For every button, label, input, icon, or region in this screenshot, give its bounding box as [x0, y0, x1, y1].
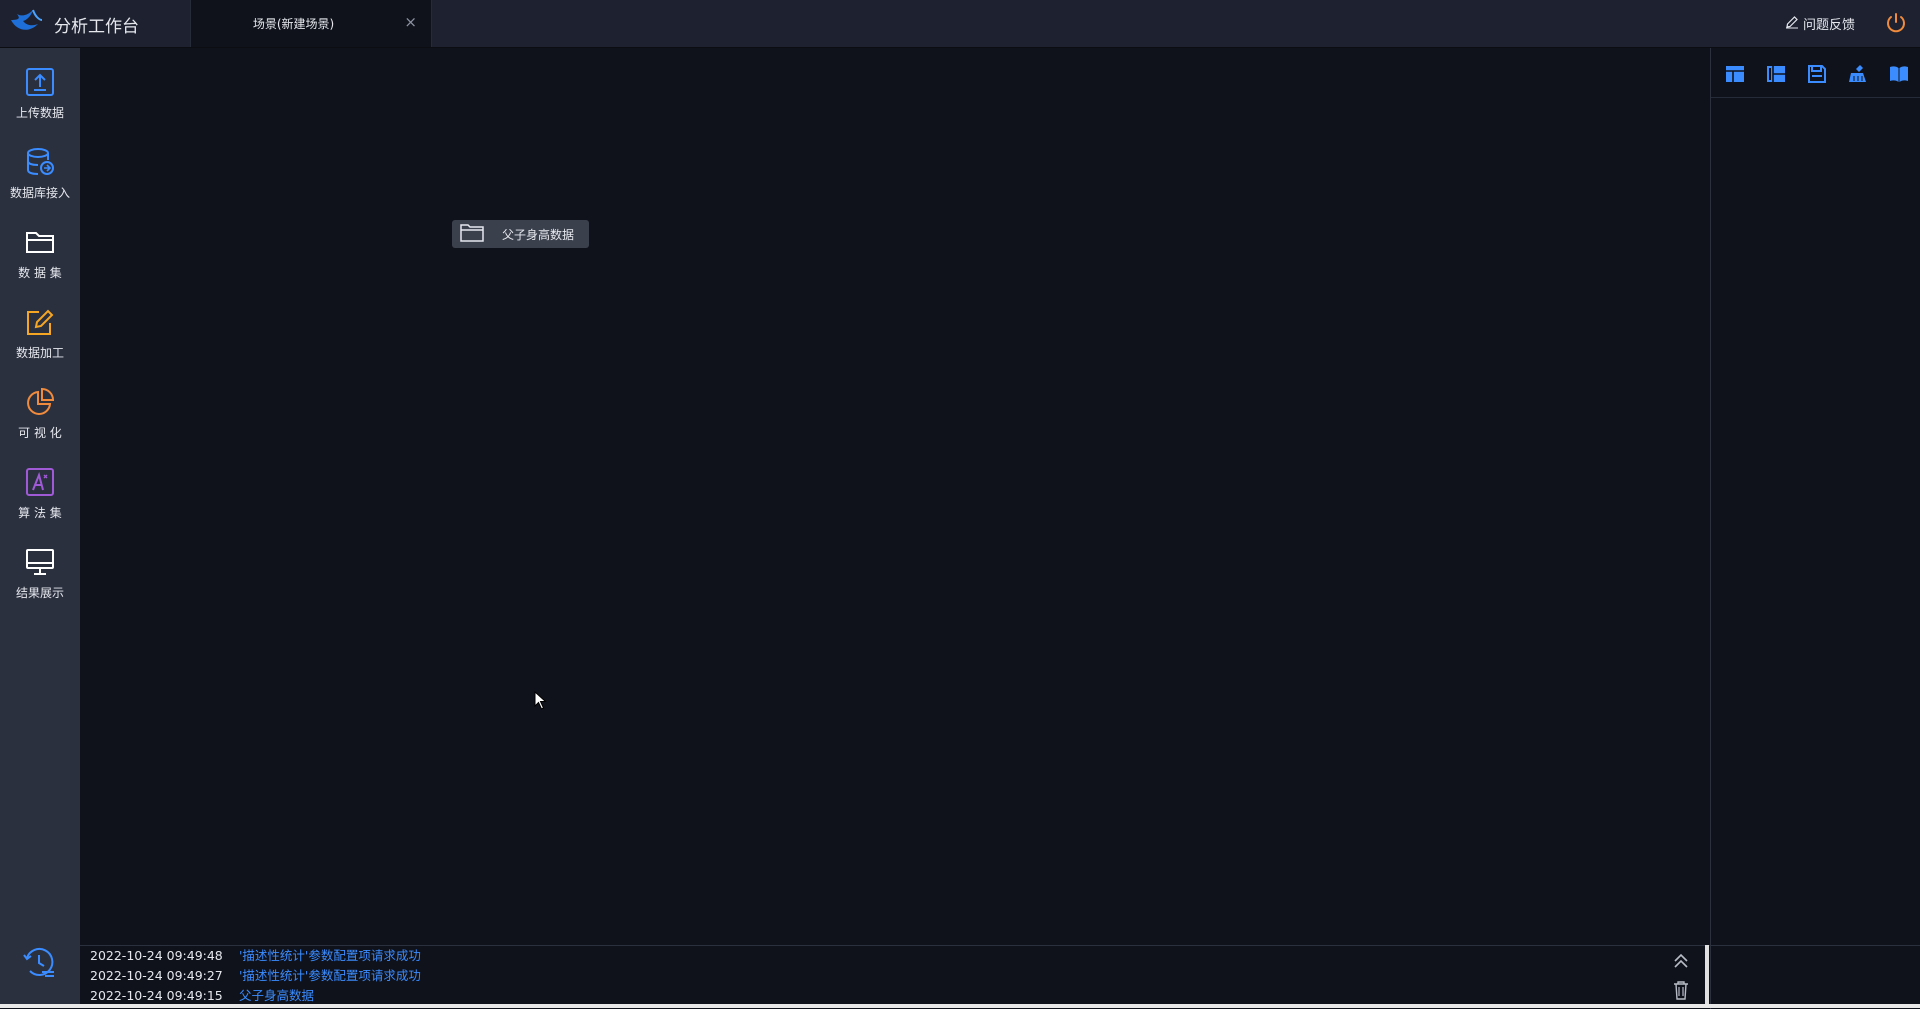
top-bar: 分析工作台 场景(新建场景) × 问题反馈	[0, 0, 1920, 48]
trash-icon[interactable]	[1672, 980, 1690, 1004]
sidebar-item-database[interactable]: 数据库接入	[0, 134, 80, 206]
pie-chart-icon	[24, 386, 56, 418]
double-chevron-up-icon[interactable]	[1672, 952, 1690, 974]
app-title: 分析工作台	[54, 16, 139, 37]
log-message[interactable]: 父子身高数据	[239, 988, 314, 1003]
power-icon[interactable]	[1884, 11, 1908, 39]
layout-icon[interactable]	[1725, 64, 1745, 84]
monitor-icon	[24, 546, 56, 578]
history-icon[interactable]	[22, 946, 58, 984]
log-entry: 2022-10-24 09:49:27 '描述性统计'参数配置项请求成功	[90, 966, 421, 986]
sidebar-item-label: 结果展示	[15, 586, 64, 600]
sidebar-item-label: 数 据 集	[18, 266, 62, 280]
upload-icon	[24, 66, 56, 98]
folder-icon	[24, 226, 56, 258]
sidebar-item-algorithm[interactable]: 算 法 集	[0, 454, 80, 526]
tab-scene[interactable]: 场景(新建场景) ×	[190, 0, 432, 47]
database-connect-icon	[24, 146, 56, 178]
folder-icon	[460, 222, 484, 246]
log-time: 2022-10-24 09:49:48	[90, 948, 223, 963]
feedback-button[interactable]: 问题反馈	[1785, 14, 1855, 33]
sidebar-item-label: 可 视 化	[18, 426, 62, 440]
sidebar-item-processing[interactable]: 数据加工	[0, 294, 80, 366]
dataset-node[interactable]: 父子身高数据	[452, 220, 589, 248]
right-toolbar	[1711, 48, 1920, 98]
brand: 分析工作台	[8, 6, 139, 42]
log-entry: 2022-10-24 09:49:15 父子身高数据	[90, 986, 314, 1006]
window-bottom-edge	[0, 1004, 1920, 1008]
log-panel: 2022-10-24 09:49:48 '描述性统计'参数配置项请求成功 202…	[80, 945, 1710, 1009]
edit-square-icon	[24, 306, 56, 338]
sidebar-item-label: 数据加工	[15, 346, 64, 360]
bird-logo-icon	[8, 6, 44, 42]
sidebar-item-upload[interactable]: 上传数据	[0, 54, 80, 126]
sidebar: 上传数据 数据库接入 数 据 集 数据加工 可 视 化 算 法 集 结果展示	[0, 48, 80, 1008]
log-time: 2022-10-24 09:49:27	[90, 968, 223, 983]
mouse-pointer-icon	[534, 690, 548, 715]
log-entry: 2022-10-24 09:49:48 '描述性统计'参数配置项请求成功	[90, 946, 421, 966]
sidebar-item-dataset[interactable]: 数 据 集	[0, 214, 80, 286]
workflow-canvas[interactable]: 父子身高数据	[80, 48, 1710, 945]
sidebar-item-visualization[interactable]: 可 视 化	[0, 374, 80, 446]
right-panel-footer	[1710, 945, 1920, 1009]
sidebar-item-label: 算 法 集	[18, 506, 62, 520]
edit-icon	[1785, 15, 1799, 33]
sidebar-item-label: 数据库接入	[9, 186, 70, 200]
layout-split-icon[interactable]	[1766, 64, 1786, 84]
close-icon[interactable]: ×	[404, 13, 417, 31]
dataset-node-label: 父子身高数据	[502, 227, 575, 242]
log-message[interactable]: '描述性统计'参数配置项请求成功	[239, 948, 421, 963]
sidebar-item-results[interactable]: 结果展示	[0, 534, 80, 606]
clean-brush-icon[interactable]	[1848, 64, 1868, 84]
feedback-label: 问题反馈	[1802, 18, 1855, 33]
algorithm-icon	[24, 466, 56, 498]
log-message[interactable]: '描述性统计'参数配置项请求成功	[239, 968, 421, 983]
save-icon[interactable]	[1807, 64, 1827, 84]
sidebar-item-label: 上传数据	[15, 106, 64, 120]
right-panel	[1710, 48, 1920, 945]
log-scrollbar[interactable]	[1705, 945, 1709, 1004]
log-time: 2022-10-24 09:49:15	[90, 988, 223, 1003]
tab-label: 场景(新建场景)	[252, 17, 335, 31]
book-icon[interactable]	[1889, 64, 1909, 84]
